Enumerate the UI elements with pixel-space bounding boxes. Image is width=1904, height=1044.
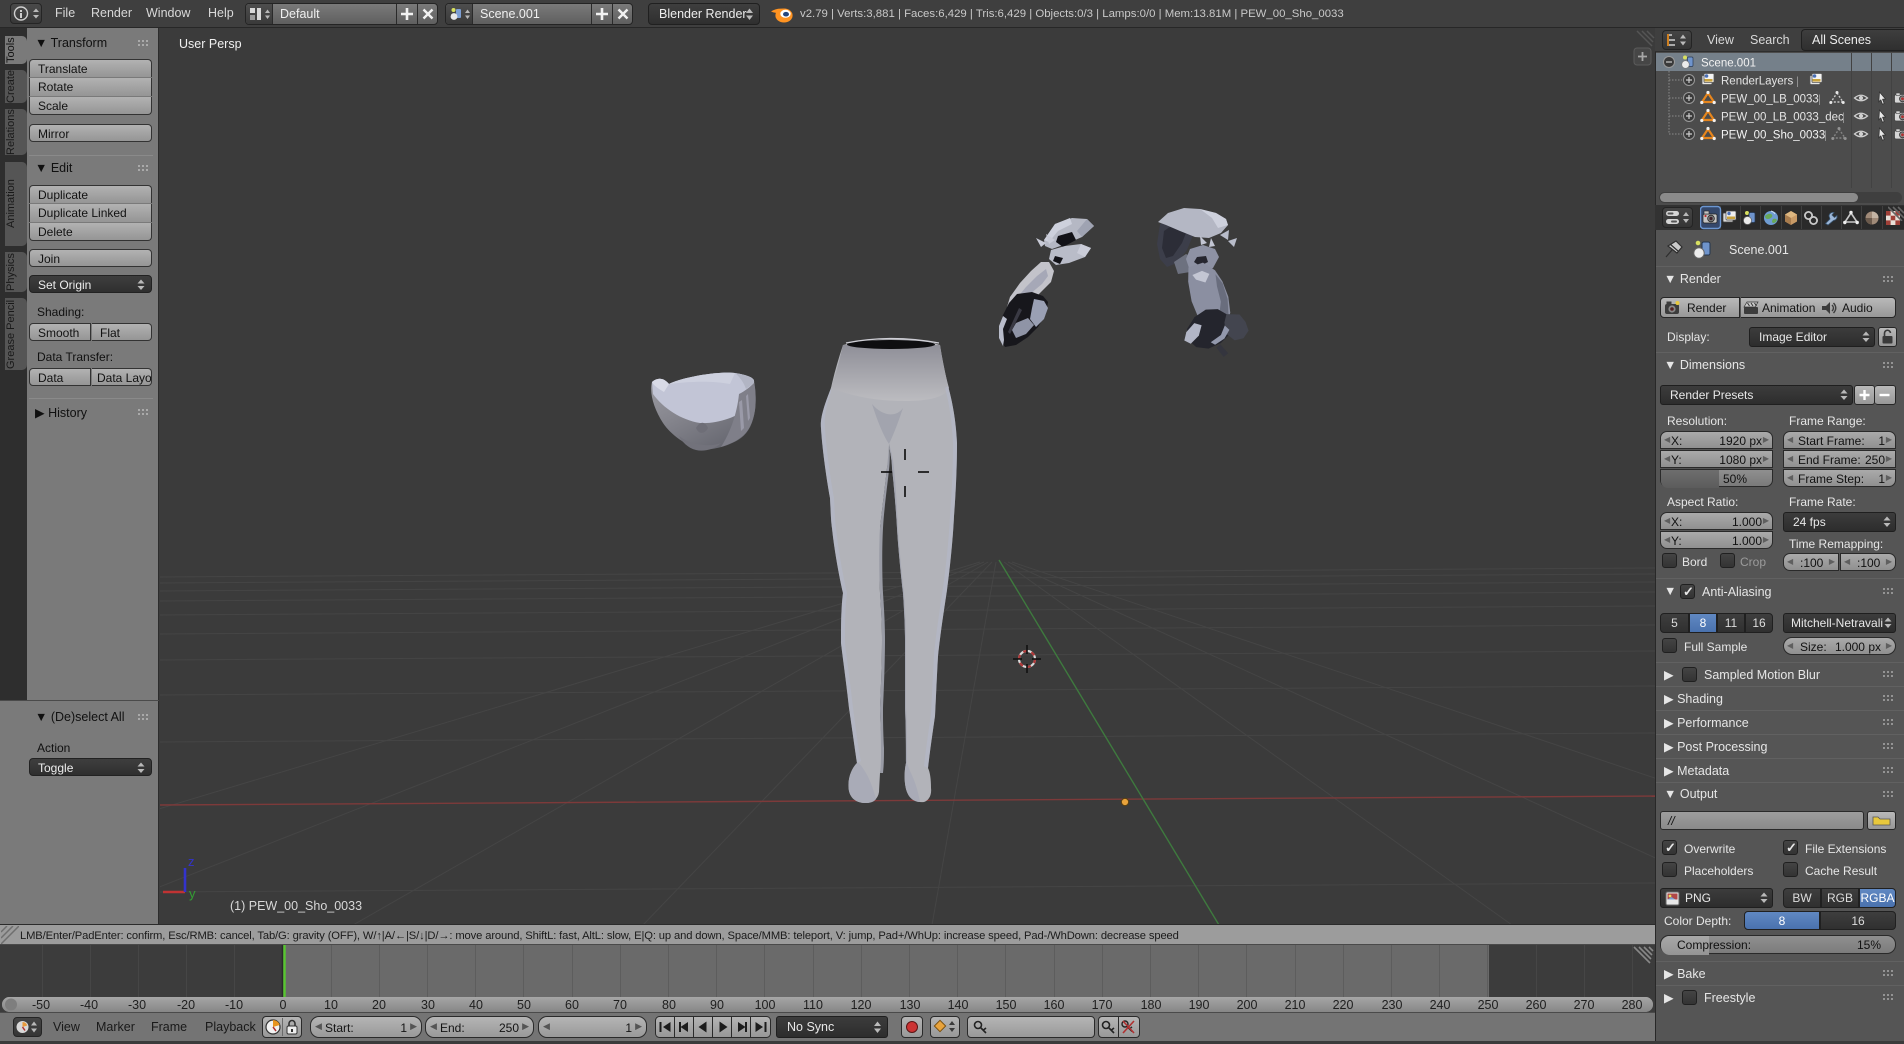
svg-text:270: 270 — [1574, 998, 1595, 1012]
svg-text:160: 160 — [1044, 998, 1065, 1012]
svg-text:40: 40 — [469, 998, 483, 1012]
svg-text:140: 140 — [948, 998, 969, 1012]
svg-text:190: 190 — [1189, 998, 1210, 1012]
svg-text:|: | — [1796, 76, 1799, 88]
svg-text:180: 180 — [1141, 998, 1162, 1012]
svg-text:250: 250 — [1478, 998, 1499, 1012]
svg-text:-40: -40 — [80, 998, 98, 1012]
svg-text:20: 20 — [372, 998, 386, 1012]
svg-text:90: 90 — [710, 998, 724, 1012]
svg-text:150: 150 — [996, 998, 1017, 1012]
svg-text:|: | — [1824, 130, 1827, 142]
svg-text:170: 170 — [1092, 998, 1113, 1012]
svg-text:220: 220 — [1333, 998, 1354, 1012]
svg-text:(1) PEW_00_Sho_0033: (1) PEW_00_Sho_0033 — [230, 899, 362, 913]
svg-text:60: 60 — [565, 998, 579, 1012]
svg-text:PEW_00_LB_0033_dec: PEW_00_LB_0033_dec — [1721, 112, 1844, 124]
svg-text:-50: -50 — [32, 998, 50, 1012]
svg-text:200: 200 — [1237, 998, 1258, 1012]
svg-text:30: 30 — [421, 998, 435, 1012]
svg-text:RenderLayers: RenderLayers — [1721, 76, 1793, 88]
svg-text:120: 120 — [851, 998, 872, 1012]
svg-text:|: | — [1842, 112, 1845, 124]
svg-text:110: 110 — [803, 998, 823, 1012]
svg-text:User Persp: User Persp — [179, 37, 242, 51]
svg-text:280: 280 — [1622, 998, 1643, 1012]
svg-text:z: z — [188, 854, 195, 869]
svg-text:80: 80 — [662, 998, 676, 1012]
svg-text:PEW_00_LB_0033: PEW_00_LB_0033 — [1721, 94, 1819, 106]
svg-text:y: y — [189, 886, 196, 901]
svg-text:Scene.001: Scene.001 — [1701, 58, 1756, 70]
svg-text:240: 240 — [1430, 998, 1451, 1012]
svg-text:-30: -30 — [128, 998, 146, 1012]
svg-text:70: 70 — [613, 998, 627, 1012]
svg-text:100: 100 — [755, 998, 776, 1012]
svg-text:10: 10 — [324, 998, 338, 1012]
svg-text:130: 130 — [900, 998, 921, 1012]
svg-text:-10: -10 — [225, 998, 243, 1012]
svg-text:PEW_00_Sho_0033: PEW_00_Sho_0033 — [1721, 130, 1825, 142]
svg-text:260: 260 — [1526, 998, 1547, 1012]
svg-text:230: 230 — [1382, 998, 1403, 1012]
svg-text:50: 50 — [517, 998, 531, 1012]
svg-text:-20: -20 — [177, 998, 195, 1012]
svg-text:0: 0 — [280, 998, 287, 1012]
svg-text:210: 210 — [1285, 998, 1306, 1012]
svg-text:|: | — [1818, 94, 1821, 106]
